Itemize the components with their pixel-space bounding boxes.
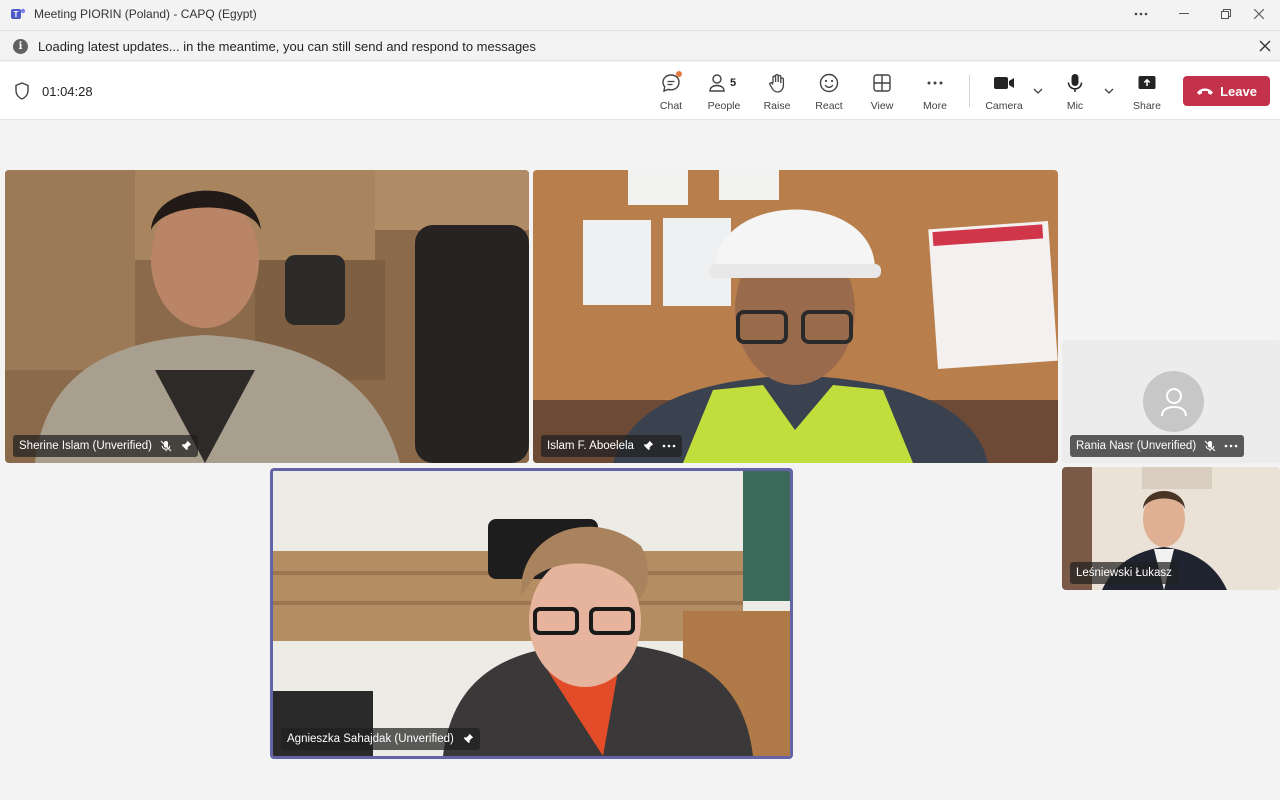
participant-video-feed [273,471,790,756]
participant-video-feed [5,170,529,463]
notification-banner: i Loading latest updates... in the meant… [0,30,1280,61]
pin-icon[interactable] [642,440,654,452]
chat-button[interactable]: Chat [646,70,696,114]
dismiss-banner-button[interactable] [1255,36,1275,56]
participant-name: Leśniewski Łukasz [1076,567,1172,579]
video-tile-rania-nasr[interactable]: Rania Nasr (Unverified) [1062,340,1280,463]
view-button[interactable]: View [857,70,907,114]
chevron-down-icon[interactable] [1103,86,1115,96]
react-button[interactable]: React [804,70,854,114]
info-icon: i [13,39,28,54]
react-label: React [815,100,843,112]
participant-nameplate: Rania Nasr (Unverified) [1070,435,1245,457]
participant-nameplate: Leśniewski Łukasz [1070,562,1178,584]
share-screen-icon [1138,76,1156,89]
meeting-timer: 01:04:28 [42,84,93,99]
video-tile-agnieszka-sahajdak[interactable]: Agnieszka Sahajdak (Unverified) [270,468,793,759]
mic-button[interactable]: Mic [1050,70,1100,114]
ellipsis-icon [1134,12,1148,16]
close-icon [1259,40,1271,52]
participant-name: Islam F. Aboelela [547,440,634,452]
close-window-button[interactable] [1238,0,1280,28]
window-title: Meeting PIORIN (Poland) - CAPQ (Egypt) [34,7,257,21]
video-tile-sherine-islam[interactable]: Sherine Islam (Unverified) [5,170,529,463]
restore-icon [1221,9,1231,19]
leave-label: Leave [1220,83,1257,99]
hang-up-icon [1197,88,1214,95]
participant-video-feed [533,170,1058,463]
more-button[interactable]: More [910,70,960,114]
mic-muted-icon [160,440,172,452]
chat-unread-badge [676,71,682,77]
mic-label: Mic [1066,100,1084,112]
pin-icon[interactable] [180,440,192,452]
raise-label: Raise [763,100,791,112]
people-button[interactable]: 5 People [699,70,749,114]
smiley-icon [819,73,839,93]
camera-label: Camera [985,100,1023,112]
leave-button[interactable]: Leave [1183,76,1270,106]
participant-name: Sherine Islam (Unverified) [19,440,152,452]
close-icon [1254,9,1264,19]
banner-text: Loading latest updates... in the meantim… [38,39,536,54]
ellipsis-icon [927,81,943,85]
people-icon [709,74,725,92]
participant-name: Agnieszka Sahajdak (Unverified) [287,733,454,745]
grid-view-icon [873,74,891,92]
participant-nameplate: Sherine Islam (Unverified) [13,435,198,457]
chevron-down-icon[interactable] [1032,86,1044,96]
participant-name: Rania Nasr (Unverified) [1076,440,1197,452]
share-label: Share [1132,100,1162,112]
people-label: People [707,100,741,112]
mic-muted-icon [1204,440,1216,452]
people-count: 5 [730,77,737,89]
svg-text:T: T [14,10,19,19]
minimize-icon [1179,13,1189,14]
minimize-button[interactable] [1163,0,1205,28]
title-bar: T Meeting PIORIN (Poland) - CAPQ (Egypt) [0,0,1280,28]
meeting-toolbar: 01:04:28 Chat 5 People Raise React View … [0,62,1280,120]
share-button[interactable]: Share [1122,70,1172,114]
raise-hand-icon [769,73,785,93]
microphone-icon [1067,74,1083,92]
participant-nameplate: Islam F. Aboelela [541,435,682,457]
chat-label: Chat [659,100,683,112]
participant-nameplate: Agnieszka Sahajdak (Unverified) [281,728,480,750]
avatar [1143,371,1204,432]
more-options-button[interactable] [1120,0,1162,28]
teams-logo-icon: T [11,8,26,19]
video-tile-islam-aboelela[interactable]: Islam F. Aboelela [533,170,1058,463]
toolbar-divider [969,75,970,107]
shield-icon [15,82,29,100]
view-label: View [870,100,894,112]
camera-button[interactable]: Camera [979,70,1029,114]
camera-icon [994,77,1014,89]
video-tile-lesniewski-lukasz[interactable]: Leśniewski Łukasz [1062,467,1280,590]
more-label: More [923,100,947,112]
raise-hand-button[interactable]: Raise [752,70,802,114]
pin-icon[interactable] [462,733,474,745]
person-icon [1160,387,1187,416]
more-options-icon[interactable] [662,444,676,448]
more-options-icon[interactable] [1224,444,1238,448]
